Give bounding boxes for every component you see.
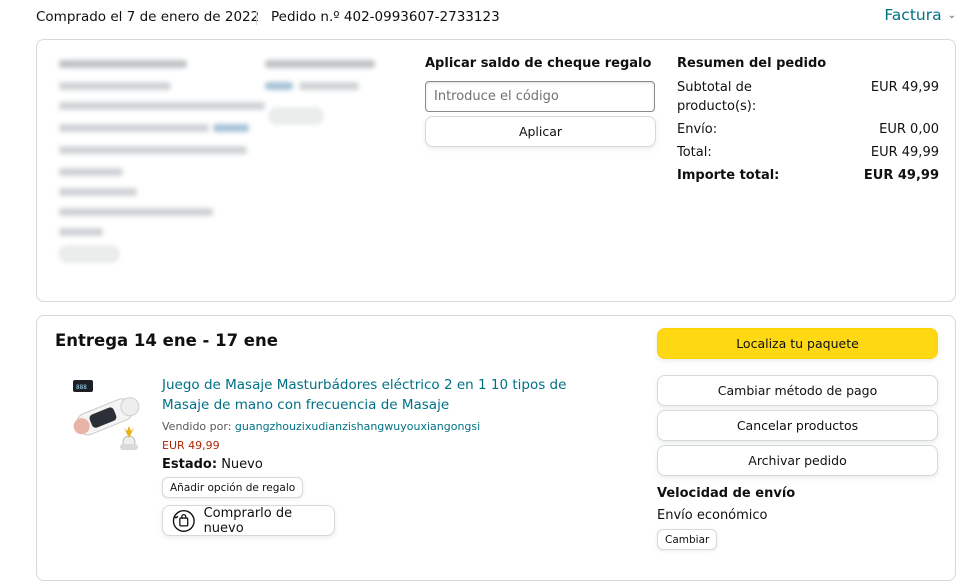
chevron-down-icon: ⌄	[947, 10, 956, 21]
cancel-items-button[interactable]: Cancelar productos	[657, 410, 938, 441]
product-title-link[interactable]: Juego de Masaje Masturbádores eléctrico …	[162, 375, 612, 415]
summary-label: Total:	[677, 145, 712, 160]
sold-by: Vendido por: guangzhouzixudianzishangwuy…	[162, 420, 612, 433]
apply-gift-button[interactable]: Aplicar	[425, 116, 656, 147]
add-gift-option-button[interactable]: Añadir opción de regalo	[162, 477, 304, 498]
summary-value: EUR 0,00	[879, 122, 939, 137]
change-payment-button[interactable]: Cambiar método de pago	[657, 375, 938, 406]
summary-value: EUR 49,99	[863, 168, 939, 183]
shipping-speed-title: Velocidad de envío	[657, 486, 796, 501]
shipping-speed-value: Envío económico	[657, 508, 768, 523]
order-summary: Resumen del pedido Subtotal de producto(…	[677, 56, 939, 189]
product-condition: Estado: Nuevo	[162, 457, 612, 472]
delivery-card: Entrega 14 ene - 17 ene 888 Juego de Mas…	[36, 315, 956, 581]
summary-row-shipping: Envío: EUR 0,00	[677, 120, 939, 139]
buy-again-label: Comprarlo de nuevo	[203, 505, 293, 536]
summary-label: Envío:	[677, 122, 718, 137]
gift-card-title: Aplicar saldo de cheque regalo	[425, 56, 652, 71]
buy-again-button[interactable]: Comprarlo de nuevo	[162, 505, 335, 536]
header-divider	[256, 11, 257, 25]
shipping-address-blurred	[55, 52, 385, 292]
condition-value: Nuevo	[221, 457, 263, 472]
change-shipping-button[interactable]: Cambiar	[657, 529, 718, 550]
order-header: Comprado el 7 de enero de 2022 Pedido n.…	[36, 6, 956, 28]
gift-card-section: Aplicar saldo de cheque regalo Aplicar	[425, 56, 657, 147]
condition-label: Estado:	[162, 457, 218, 472]
purchase-date: Comprado el 7 de enero de 2022	[36, 9, 260, 25]
summary-row-grand-total: Importe total: EUR 49,99	[677, 166, 939, 185]
gift-code-input[interactable]	[425, 81, 655, 112]
summary-label: Importe total:	[677, 168, 780, 183]
buy-again-icon	[172, 509, 195, 532]
archive-order-button[interactable]: Archivar pedido	[657, 445, 938, 476]
svg-text:888: 888	[76, 384, 87, 391]
delivery-title: Entrega 14 ene - 17 ene	[55, 331, 278, 350]
summary-value: EUR 49,99	[870, 80, 939, 95]
invoice-label: Factura	[884, 6, 942, 24]
summary-label: Subtotal de producto(s):	[677, 80, 757, 114]
product-price: EUR 49,99	[162, 439, 220, 452]
summary-row-total: Total: EUR 49,99	[677, 143, 939, 162]
product-thumbnail[interactable]: 888	[67, 376, 143, 460]
summary-value: EUR 49,99	[870, 145, 939, 160]
product-details: Juego de Masaje Masturbádores eléctrico …	[162, 375, 612, 536]
order-details-card: Aplicar saldo de cheque regalo Aplicar R…	[36, 39, 956, 302]
track-package-button[interactable]: Localiza tu paquete	[657, 328, 938, 359]
summary-row-subtotal: Subtotal de producto(s): EUR 49,99	[677, 78, 939, 116]
summary-title: Resumen del pedido	[677, 56, 827, 71]
sold-by-label: Vendido por:	[162, 420, 232, 433]
order-number: Pedido n.º 402-0993607-2733123	[271, 9, 500, 25]
shipping-speed: Velocidad de envío Envío económico Cambi…	[657, 486, 795, 550]
invoice-link[interactable]: Factura ⌄	[884, 6, 956, 24]
order-actions: Localiza tu paquete Cambiar método de pa…	[657, 328, 938, 480]
seller-link[interactable]: guangzhouzixudianzishangwuyouxiangongsi	[235, 420, 480, 433]
